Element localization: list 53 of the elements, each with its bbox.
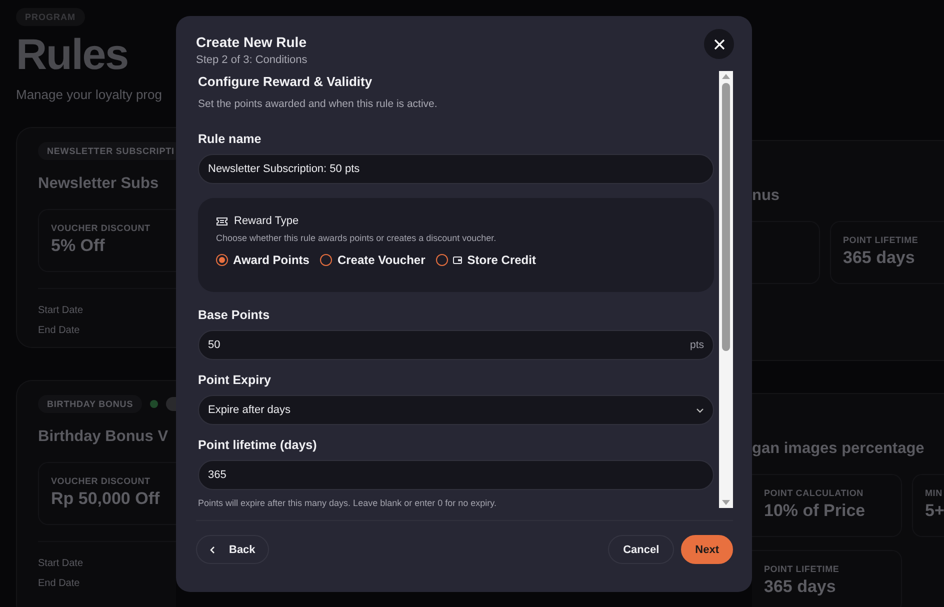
stat-value: 365 days [764, 577, 837, 597]
stat-label: POINT LIFETIME [764, 564, 840, 574]
radio-option[interactable]: Store Credit [436, 253, 536, 267]
page-subtitle: Manage your loyalty prog [16, 87, 163, 102]
point-expiry-select[interactable]: Expire after days [198, 395, 714, 425]
rule-tag: BIRTHDAY BONUS [38, 395, 142, 414]
stat-label: POINT LIFETIME [843, 235, 920, 245]
scrollbar[interactable] [719, 71, 733, 508]
back-button[interactable]: Back [196, 535, 270, 564]
help-text: Points will expire after this many days. Leave blank or enter 0 for no expiry. [198, 498, 498, 508]
close-icon [714, 38, 724, 50]
stat-label: POINT CALCULATION [764, 488, 864, 498]
radio-option[interactable]: Create Voucher [320, 253, 426, 267]
base-points-field[interactable]: 50 pts [198, 330, 714, 360]
point-lifetime-field[interactable]: 365 [198, 460, 714, 490]
section-description: Set the points awarded and when this rule is active. [198, 98, 438, 110]
section-title: Configure Reward & Validity [198, 74, 374, 89]
stat-value: 5% Off [51, 236, 106, 256]
close-button[interactable] [704, 29, 734, 59]
stat-label: VOUCHER DISCOUNT [51, 476, 152, 486]
stat-value: 365 days [843, 248, 916, 268]
next-button[interactable]: Next [681, 535, 733, 564]
field-label: Rule name [198, 132, 262, 146]
field-label: Point lifetime (days) [198, 438, 318, 452]
field-label: Point Expiry [198, 373, 272, 387]
dialog-step: Step 2 of 3: Conditions [196, 54, 308, 66]
field-label: Base Points [198, 308, 271, 322]
date-label: Start Date [38, 304, 84, 318]
date-label: Start Date [38, 557, 84, 572]
dialog-title: Create New Rule [196, 34, 308, 50]
reward-type-title: Reward Type [234, 215, 299, 227]
ticket-icon [216, 216, 228, 226]
date-label: End Date [38, 324, 81, 338]
stat-value: 5+ [925, 501, 944, 521]
scroll-up-arrow-icon[interactable] [722, 74, 730, 79]
rule-title: nus [752, 186, 781, 206]
scroll-down-arrow-icon[interactable] [722, 500, 730, 505]
chevron-down-icon [696, 408, 704, 412]
date-label: End Date [38, 577, 81, 592]
reward-type-description: Choose whether this rule awards points or creates a discount voucher. [216, 233, 498, 243]
cancel-button[interactable]: Cancel [608, 535, 674, 564]
chevron-left-icon [210, 546, 215, 554]
stat-label: MIN [925, 488, 944, 498]
rule-name-field[interactable]: Newsletter Subscription: 50 pts [198, 154, 714, 184]
rule-title: Birthday Bonus V [38, 427, 170, 448]
rule-tag: NEWSLETTER SUBSCRIPTI [38, 142, 176, 160]
rule-title: Newsletter Subs [38, 174, 160, 194]
stat-label: VOUCHER DISCOUNT [51, 223, 152, 234]
radio-option[interactable]: Award Points [216, 253, 310, 267]
stat-value: Rp 50,000 Off [51, 489, 161, 510]
stat-value: 10% of Price [764, 501, 866, 521]
page-title: Rules [16, 32, 130, 80]
rule-title: gan images percentage [752, 439, 926, 459]
